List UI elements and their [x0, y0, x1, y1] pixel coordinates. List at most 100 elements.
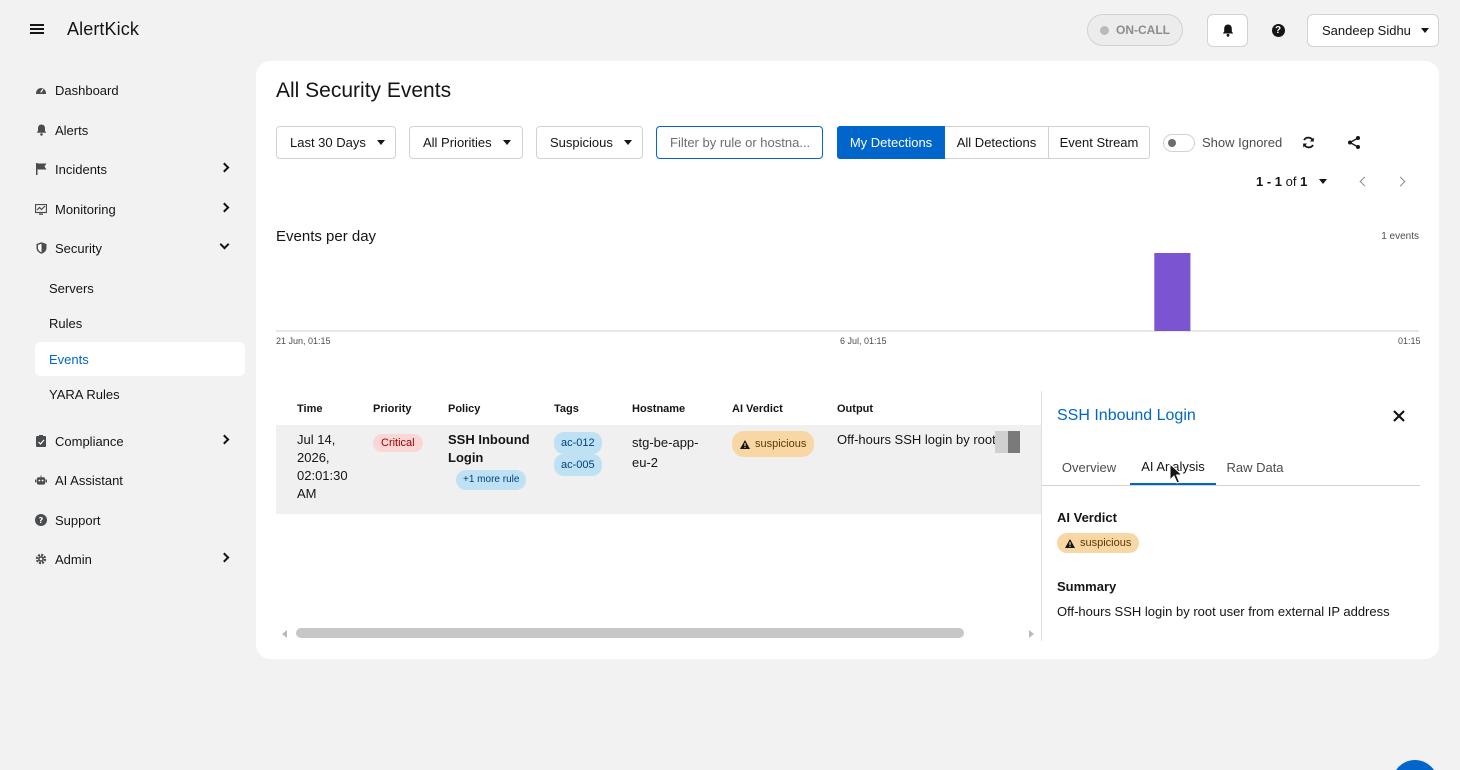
- caret-down-icon: [1319, 179, 1328, 184]
- column-header-output[interactable]: Output: [837, 403, 873, 415]
- help-icon: ?: [1271, 23, 1285, 37]
- x-tick-label: 6 Jul, 01:15: [840, 336, 887, 346]
- sidebar-subitem-rules[interactable]: Rules: [35, 306, 245, 340]
- more-rules-cell: +1 more rule: [456, 469, 527, 490]
- refresh-icon[interactable]: [1299, 133, 1317, 151]
- caret-down-icon: [376, 140, 385, 145]
- toggle-knob: [1168, 139, 1176, 147]
- close-icon[interactable]: [1392, 409, 1406, 423]
- help-icon: ?: [35, 514, 47, 526]
- user-name: Sandeep Sidhu: [1322, 23, 1411, 38]
- column-header-ai-verdict[interactable]: AI Verdict: [732, 403, 783, 415]
- column-header-time[interactable]: Time: [297, 403, 322, 415]
- pagination-toggle[interactable]: 1 - 1 of 1: [1256, 174, 1328, 189]
- user-menu-button[interactable]: Sandeep Sidhu: [1307, 14, 1439, 47]
- next-page-icon[interactable]: [1395, 176, 1406, 187]
- sidebar-item-label: Dashboard: [55, 82, 119, 98]
- app-logo: AlertKick: [67, 19, 139, 39]
- date-range-dropdown[interactable]: Last 30 Days: [276, 126, 396, 159]
- robot-icon: [35, 474, 47, 486]
- bell-icon: [35, 124, 47, 136]
- help-button[interactable]: ?: [1264, 14, 1292, 46]
- tab-my-detections[interactable]: My Detections: [837, 126, 945, 159]
- caret-down-icon: [502, 140, 511, 145]
- sidebar-subitem-events[interactable]: Events: [35, 342, 245, 376]
- time-cell: Jul 14, 2026, 02:01:30 AM: [297, 432, 348, 501]
- tab-overview[interactable]: Overview: [1056, 449, 1122, 486]
- scroll-right-icon[interactable]: [1029, 630, 1034, 638]
- column-header-tags[interactable]: Tags: [554, 403, 579, 415]
- sidebar-item-support[interactable]: ? Support: [35, 503, 245, 537]
- chevron-right-icon: [219, 552, 230, 563]
- chart-title: Events per day: [276, 228, 377, 245]
- sidebar-item-label: Incidents: [55, 161, 108, 177]
- panel-title: SSH Inbound Login: [1057, 407, 1196, 424]
- caret-down-icon: [623, 140, 632, 145]
- x-tick-label: 01:15: [1398, 336, 1421, 346]
- summary-label: Summary: [1057, 579, 1117, 594]
- search-input[interactable]: [656, 126, 823, 159]
- sidebar-subitem-servers[interactable]: Servers: [35, 271, 245, 305]
- sidebar-item-label: Support: [55, 512, 101, 528]
- on-call-label: ON-CALL: [1116, 23, 1170, 37]
- prev-page-icon[interactable]: [1359, 176, 1370, 187]
- priority-dropdown[interactable]: All Priorities: [409, 126, 523, 159]
- svg-text:?: ?: [39, 516, 44, 525]
- sidebar-item-label: Alerts: [55, 122, 89, 138]
- table-row[interactable]: Jul 14, 2026, 02:01:30 AM Critical SSH I…: [276, 425, 1042, 514]
- tab-all-detections[interactable]: All Detections: [945, 126, 1049, 159]
- drag-handle[interactable]: [995, 431, 1020, 453]
- chart-bar[interactable]: [1154, 253, 1191, 331]
- priority-cell: Critical: [373, 433, 423, 452]
- sidebar-item-ai-assistant[interactable]: AI Assistant: [35, 463, 245, 497]
- sidebar-item-label: AI Assistant: [55, 472, 123, 488]
- gear-icon: [35, 553, 47, 565]
- tab-event-stream[interactable]: Event Stream: [1048, 126, 1150, 159]
- column-header-priority[interactable]: Priority: [373, 403, 412, 415]
- sidebar-item-label: Monitoring: [55, 201, 116, 217]
- chat-fab-button[interactable]: [1392, 760, 1438, 770]
- tab-raw-data[interactable]: Raw Data: [1224, 449, 1286, 486]
- verdict-dropdown[interactable]: Suspicious: [536, 126, 643, 159]
- sidebar-item-dashboard[interactable]: Dashboard: [35, 73, 245, 107]
- events-chart: [276, 253, 1419, 332]
- show-ignored-label: Show Ignored: [1202, 135, 1283, 150]
- pagination-range: 1 - 1: [1256, 174, 1283, 189]
- warning-icon: [740, 439, 750, 449]
- sidebar-item-alerts[interactable]: Alerts: [35, 113, 245, 147]
- sidebar-subitem-yara-rules[interactable]: YARA Rules: [35, 377, 245, 411]
- page-title: All Security Events: [276, 79, 452, 102]
- main-content: All Security Events Last 30 Days All Pri…: [256, 61, 1439, 659]
- verdict-value: Suspicious: [550, 135, 613, 150]
- hostname-cell: stg-be-app- eu-2: [632, 435, 699, 470]
- column-header-policy[interactable]: Policy: [448, 403, 480, 415]
- more-rules-badge[interactable]: +1 more rule: [456, 470, 527, 490]
- show-ignored-toggle[interactable]: [1163, 134, 1195, 152]
- verdict-cell: suspicious: [732, 431, 815, 457]
- notifications-button[interactable]: [1207, 14, 1248, 47]
- sidebar-item-compliance[interactable]: Compliance: [35, 424, 245, 458]
- sidebar-item-incidents[interactable]: Incidents: [35, 152, 245, 186]
- sidebar-item-monitoring[interactable]: Monitoring: [35, 192, 245, 226]
- chart-event-count: 1 events: [1381, 231, 1419, 242]
- output-cell: Off-hours SSH login by root u: [837, 432, 997, 447]
- scroll-left-icon[interactable]: [282, 630, 287, 638]
- dashboard-icon: [35, 84, 47, 96]
- pagination-total: 1: [1300, 174, 1308, 189]
- pagination-of: of: [1285, 174, 1297, 189]
- chevron-right-icon: [219, 162, 230, 173]
- sidebar-item-admin[interactable]: Admin: [35, 542, 245, 576]
- bell-icon: [1222, 24, 1233, 37]
- tab-divider: [1042, 485, 1420, 486]
- share-icon[interactable]: [1345, 133, 1363, 151]
- ai-verdict-badge: suspicious: [1057, 533, 1140, 553]
- menu-icon[interactable]: [30, 22, 44, 36]
- horizontal-scrollbar[interactable]: [296, 628, 964, 638]
- sidebar-item-security[interactable]: Security: [35, 231, 245, 265]
- summary-text: Off-hours SSH login by root user from ex…: [1057, 604, 1390, 619]
- column-header-hostname[interactable]: Hostname: [632, 403, 685, 415]
- policy-cell: SSH Inbound Login: [448, 432, 530, 465]
- x-tick-label: 21 Jun, 01:15: [276, 336, 331, 346]
- on-call-toggle[interactable]: ON-CALL: [1087, 14, 1183, 46]
- priority-value: All Priorities: [423, 135, 492, 150]
